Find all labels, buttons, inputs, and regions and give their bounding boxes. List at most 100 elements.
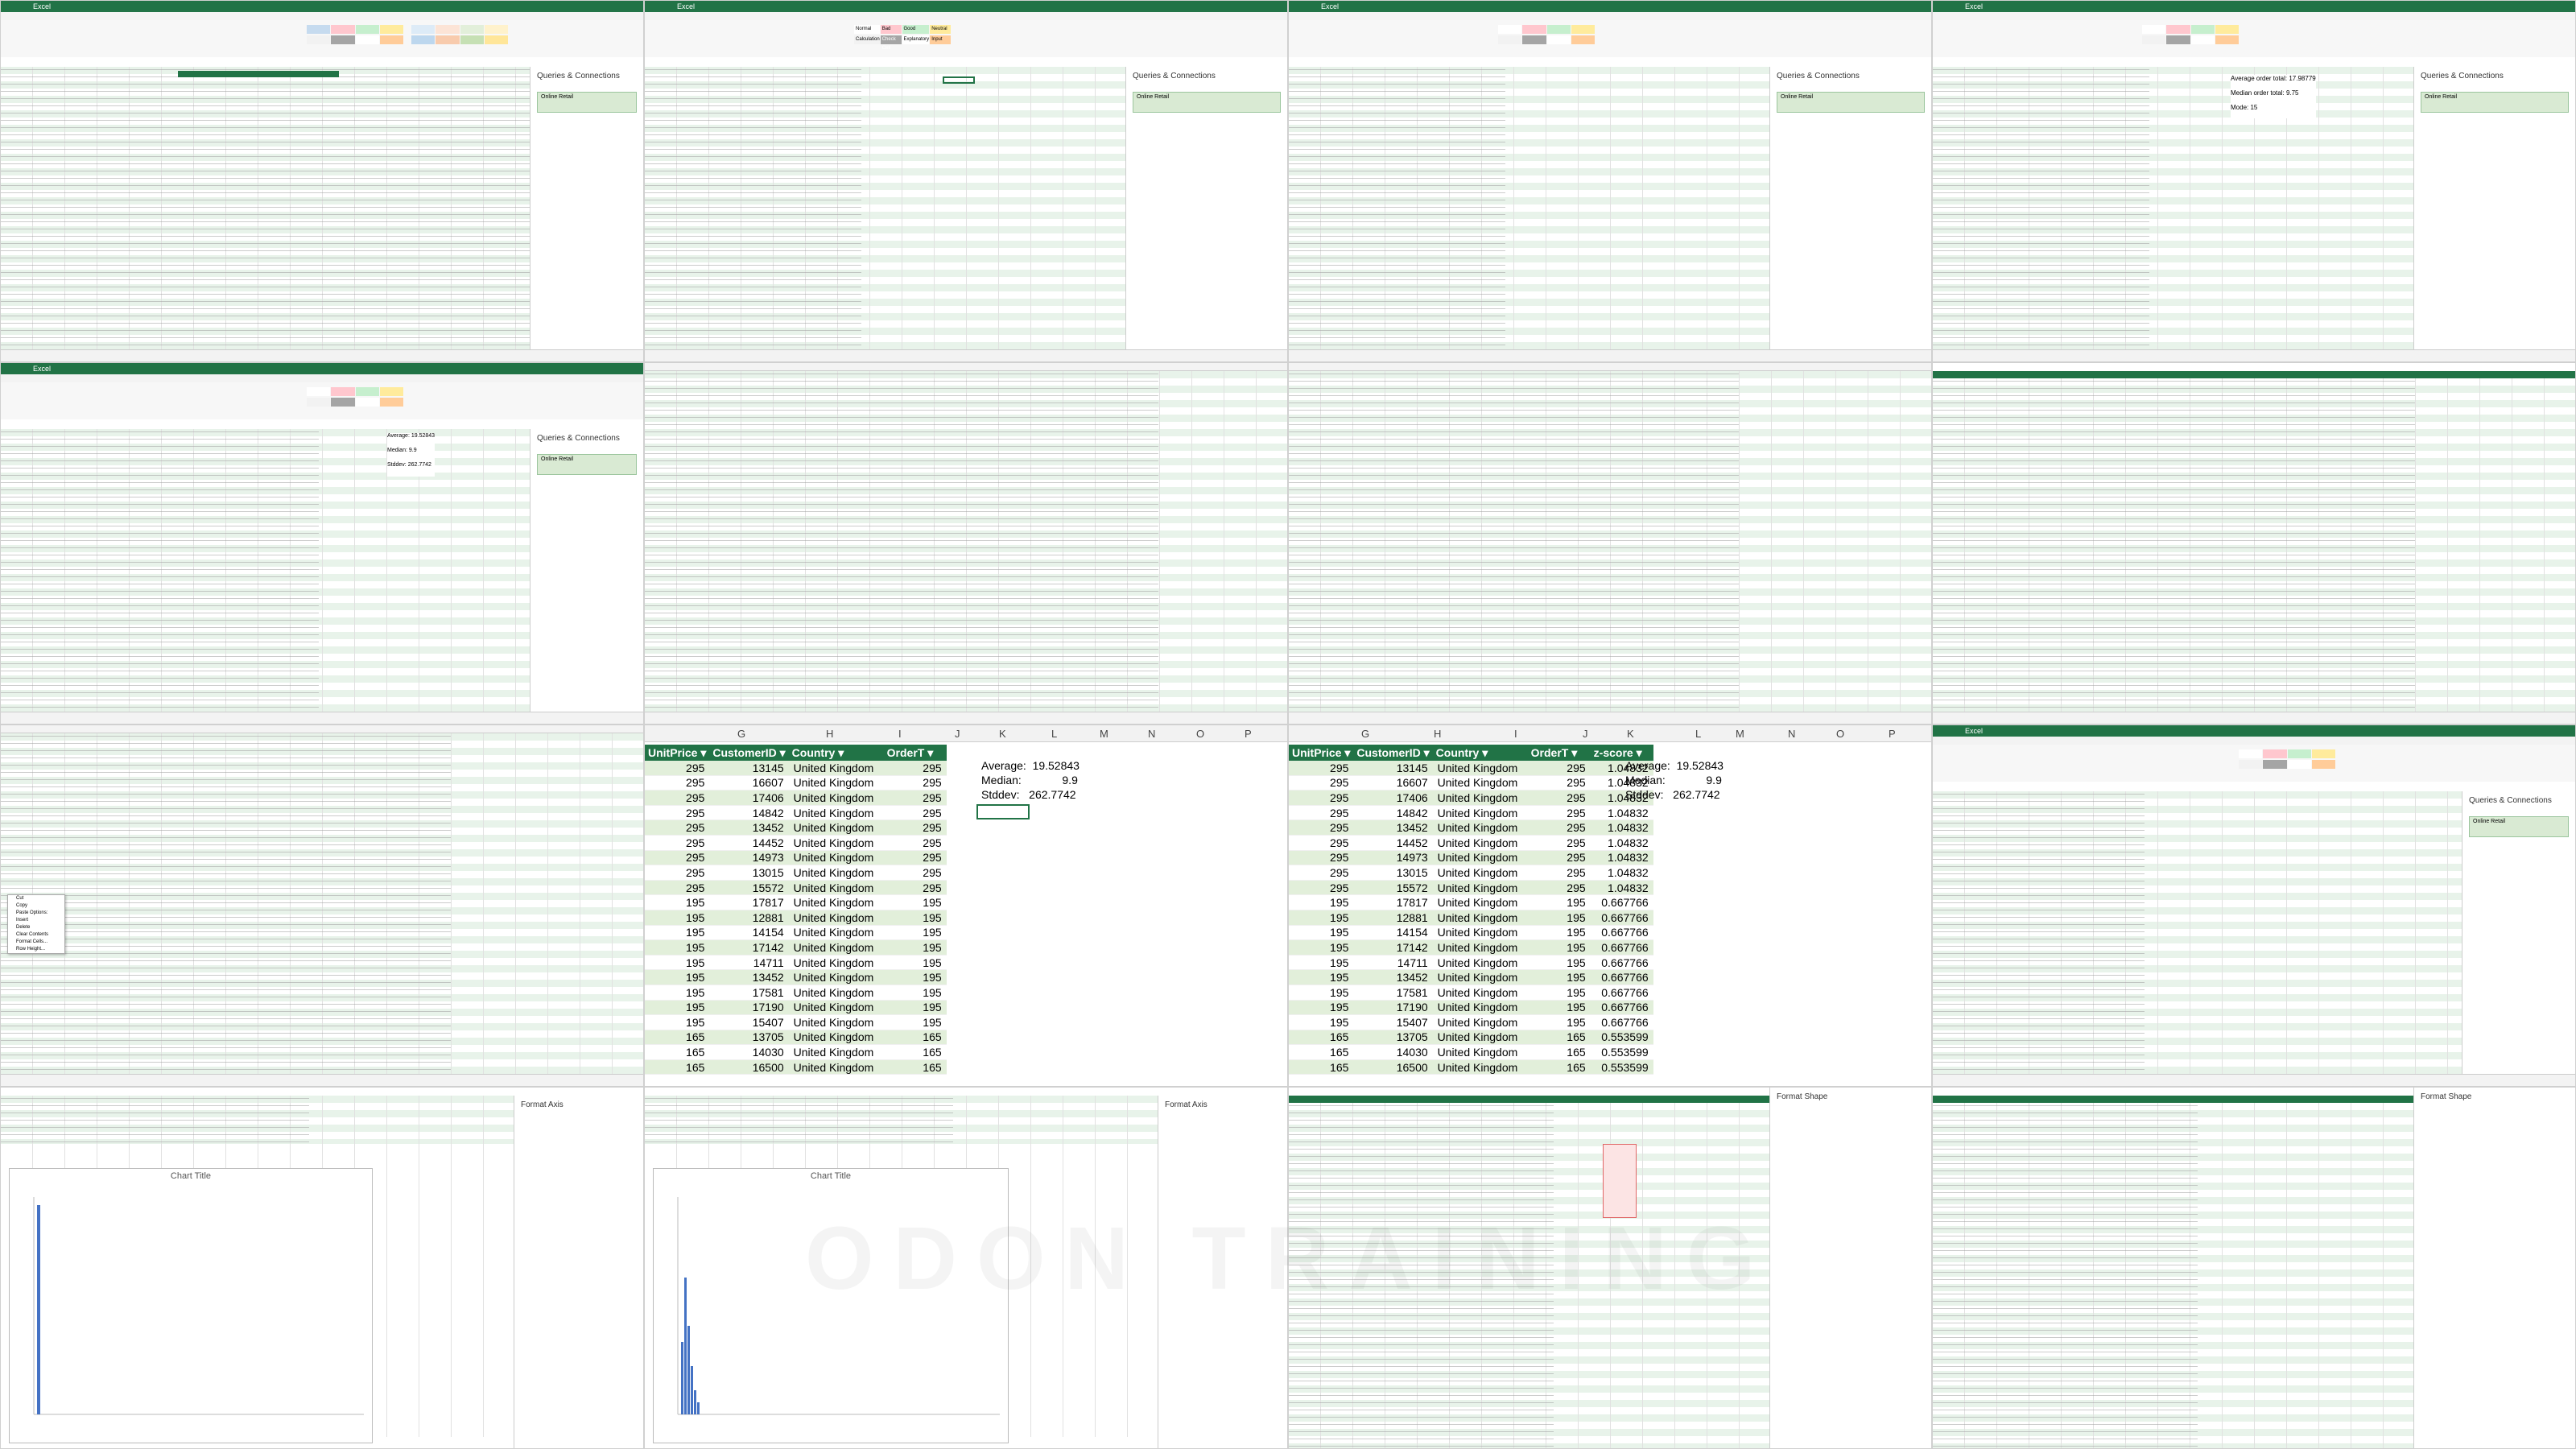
menu-paste-options[interactable]: Paste Options: <box>8 910 64 917</box>
table-cell[interactable]: 195 <box>1527 985 1591 1001</box>
table-cell[interactable]: 195 <box>1527 910 1591 926</box>
table-cell[interactable]: 12881 <box>709 910 789 926</box>
table-row[interactable]: 295 13015 United Kingdom 295 <box>645 865 947 881</box>
table-cell[interactable]: 12881 <box>1353 910 1433 926</box>
table-cell[interactable]: 295 <box>645 790 710 806</box>
table-cell[interactable]: United Kingdom <box>1432 1044 1528 1060</box>
table-header[interactable]: CustomerID ▾ <box>709 745 789 761</box>
table-cell[interactable]: 195 <box>883 910 947 926</box>
table-cell[interactable]: 1.04832 <box>1590 835 1653 851</box>
table-cell[interactable]: 295 <box>883 775 947 791</box>
zoom-table-right[interactable]: UnitPrice ▾ CustomerID ▾ Country ▾ OrderT ▾… <box>1289 745 1653 1075</box>
table-cell[interactable]: 195 <box>1289 955 1354 971</box>
table-cell[interactable]: 17190 <box>709 1000 789 1016</box>
table-cell[interactable]: United Kingdom <box>1432 805 1528 821</box>
table-row[interactable]: 295 14842 United Kingdom 295 1.04832 <box>1289 805 1653 821</box>
table-cell[interactable]: 195 <box>1289 925 1354 941</box>
chart-title[interactable]: Chart Title <box>654 1171 1008 1181</box>
sheet-grid[interactable] <box>645 67 1126 350</box>
menu-clear-contents[interactable]: Clear Contents <box>8 931 64 939</box>
table-cell[interactable]: United Kingdom <box>1432 955 1528 971</box>
table-cell[interactable]: 295 <box>645 819 710 836</box>
table-cell[interactable]: 0.667766 <box>1590 985 1653 1001</box>
cell-styles-2[interactable] <box>411 25 508 44</box>
table-cell[interactable]: 13015 <box>1353 865 1433 881</box>
table-cell[interactable]: 295 <box>1527 865 1591 881</box>
table-cell[interactable]: 195 <box>883 1014 947 1030</box>
table-row[interactable]: 195 17581 United Kingdom 195 <box>645 985 947 1001</box>
table-row[interactable]: 195 12881 United Kingdom 195 <box>645 910 947 926</box>
table-cell[interactable]: 295 <box>883 790 947 806</box>
table-cell[interactable]: United Kingdom <box>1432 910 1528 926</box>
table-cell[interactable]: 0.667766 <box>1590 969 1653 985</box>
table-cell[interactable]: 165 <box>1527 1059 1591 1075</box>
table-header[interactable]: UnitPrice ▾ <box>1289 745 1354 761</box>
table-row[interactable]: 195 17190 United Kingdom 195 0.667766 <box>1289 1000 1653 1016</box>
table-cell[interactable]: 295 <box>645 805 710 821</box>
table-cell[interactable]: United Kingdom <box>788 1044 884 1060</box>
table-row[interactable]: 195 15407 United Kingdom 195 0.667766 <box>1289 1014 1653 1030</box>
table-row[interactable]: 295 15572 United Kingdom 295 <box>645 880 947 896</box>
query-item[interactable]: Online Retail <box>1777 92 1925 113</box>
table-row[interactable]: 295 14973 United Kingdom 295 <box>645 850 947 866</box>
table-cell[interactable]: 14973 <box>709 850 789 866</box>
table-cell[interactable]: 295 <box>1527 775 1591 791</box>
table-cell[interactable]: 195 <box>883 939 947 956</box>
table-cell[interactable]: 0.667766 <box>1590 1014 1653 1030</box>
table-header[interactable]: OrderT ▾ <box>1527 745 1591 761</box>
table-cell[interactable]: 13452 <box>709 819 789 836</box>
table-cell[interactable]: 16500 <box>709 1059 789 1075</box>
table-cell[interactable]: 295 <box>645 835 710 851</box>
table-cell[interactable]: 1.04832 <box>1590 865 1653 881</box>
table-cell[interactable]: 295 <box>645 775 710 791</box>
table-cell[interactable]: 195 <box>645 894 710 910</box>
table-cell[interactable]: United Kingdom <box>788 865 884 881</box>
table-row[interactable]: 295 17406 United Kingdom 295 1.04832 <box>1289 790 1653 806</box>
table-cell[interactable]: 165 <box>883 1030 947 1046</box>
table-cell[interactable]: United Kingdom <box>788 985 884 1001</box>
table-cell[interactable]: United Kingdom <box>1432 835 1528 851</box>
table-row[interactable]: 295 17406 United Kingdom 295 <box>645 790 947 806</box>
table-cell[interactable]: 17142 <box>1353 939 1433 956</box>
table-cell[interactable]: 13015 <box>709 865 789 881</box>
table-cell[interactable]: 295 <box>1527 761 1591 776</box>
sheet-grid[interactable] <box>1933 791 2462 1075</box>
table-row[interactable]: 295 14452 United Kingdom 295 1.04832 <box>1289 835 1653 851</box>
table-cell[interactable]: 195 <box>645 955 710 971</box>
table-cell[interactable]: 295 <box>883 880 947 896</box>
table-cell[interactable]: United Kingdom <box>788 894 884 910</box>
table-cell[interactable]: United Kingdom <box>788 850 884 866</box>
table-cell[interactable]: 295 <box>1289 865 1354 881</box>
table-cell[interactable]: 195 <box>1527 925 1591 941</box>
table-cell[interactable]: 0.553599 <box>1590 1030 1653 1046</box>
table-cell[interactable]: 295 <box>645 761 710 776</box>
table-cell[interactable]: 295 <box>883 835 947 851</box>
table-row[interactable]: 195 14711 United Kingdom 195 0.667766 <box>1289 955 1653 971</box>
table-cell[interactable]: 14711 <box>709 955 789 971</box>
table-cell[interactable]: 195 <box>1527 969 1591 985</box>
table-cell[interactable]: 14842 <box>709 805 789 821</box>
cell-styles[interactable] <box>2142 25 2239 44</box>
table-header[interactable]: OrderT ▾ <box>883 745 947 761</box>
table-cell[interactable]: 16607 <box>1353 775 1433 791</box>
table-cell[interactable]: 0.667766 <box>1590 955 1653 971</box>
table-cell[interactable]: 195 <box>1289 985 1354 1001</box>
table-cell[interactable]: 295 <box>1527 805 1591 821</box>
menu-cut[interactable]: Cut <box>8 895 64 902</box>
menu-delete[interactable]: Delete <box>8 924 64 931</box>
context-menu[interactable]: Cut Copy Paste Options: Insert Delete Cl… <box>7 894 65 954</box>
sheet-grid[interactable] <box>1289 371 1931 712</box>
table-cell[interactable]: 13452 <box>1353 819 1433 836</box>
table-cell[interactable]: 295 <box>1289 761 1354 776</box>
table-cell[interactable]: United Kingdom <box>1432 819 1528 836</box>
table-cell[interactable]: 295 <box>1289 775 1354 791</box>
table-cell[interactable]: United Kingdom <box>1432 985 1528 1001</box>
sheet-grid[interactable] <box>645 371 1287 712</box>
table-cell[interactable]: United Kingdom <box>788 835 884 851</box>
table-cell[interactable]: 195 <box>1527 894 1591 910</box>
table-cell[interactable]: 295 <box>1289 805 1354 821</box>
query-item[interactable]: Online Retail <box>537 92 637 113</box>
table-cell[interactable]: 0.553599 <box>1590 1044 1653 1060</box>
table-row[interactable]: 295 13452 United Kingdom 295 <box>645 819 947 836</box>
table-cell[interactable]: 14973 <box>1353 850 1433 866</box>
